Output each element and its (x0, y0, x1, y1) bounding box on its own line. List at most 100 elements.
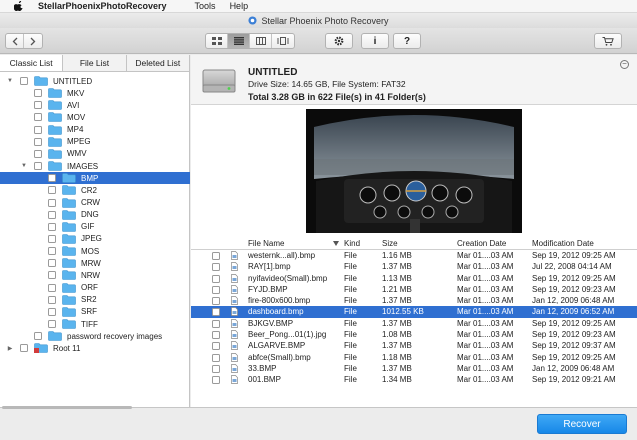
file-row[interactable]: ALGARVE.BMP File 1.37 MB Mar 01....03 AM Sep… (191, 340, 637, 351)
sort-descending-icon[interactable] (333, 241, 339, 246)
file-checkbox[interactable] (212, 342, 220, 351)
tree-item-srf[interactable]: SRF (0, 306, 190, 318)
tree-checkbox[interactable] (20, 77, 28, 85)
disclosure-expanded-icon[interactable]: ▼ (6, 78, 14, 84)
recover-button[interactable]: Recover (537, 414, 627, 434)
tree-item-jpeg[interactable]: JPEG (0, 233, 190, 245)
tree-checkbox[interactable] (34, 101, 42, 110)
apple-icon[interactable] (14, 1, 24, 11)
file-row[interactable]: FYJD.BMP File 1.21 MB Mar 01....03 AM Sep 19… (191, 284, 637, 295)
forward-button[interactable] (24, 34, 42, 48)
tree-checkbox[interactable] (48, 283, 56, 292)
tree-horizontal-scrollbar[interactable] (0, 406, 190, 409)
file-checkbox[interactable] (212, 252, 220, 260)
settings-button[interactable] (325, 33, 353, 49)
tree-item-avi[interactable]: AVI (0, 99, 190, 111)
tree-item-crw[interactable]: CRW (0, 197, 190, 209)
file-checkbox[interactable] (212, 353, 220, 362)
file-checkbox[interactable] (212, 319, 220, 328)
tree-item-tiff[interactable]: TIFF (0, 318, 190, 330)
tree-item-password-recovery-images[interactable]: password recovery images (0, 330, 190, 342)
tree-checkbox[interactable] (48, 186, 56, 195)
tree-checkbox[interactable] (48, 307, 56, 316)
tree-item-untitled[interactable]: ▼ UNTITLED (0, 75, 190, 87)
tree-checkbox[interactable] (48, 247, 56, 256)
tree-item-nrw[interactable]: NRW (0, 269, 190, 281)
tree-checkbox[interactable] (34, 113, 42, 122)
tree-checkbox[interactable] (48, 320, 56, 328)
column-modification-date[interactable]: Modification Date (532, 239, 594, 248)
file-row[interactable]: 33.BMP File 1.37 MB Mar 01....03 AM Jan 12, … (191, 363, 637, 374)
tree-checkbox[interactable] (34, 332, 42, 341)
tree-item-orf[interactable]: ORF (0, 282, 190, 294)
file-checkbox[interactable] (212, 308, 220, 317)
file-checkbox[interactable] (212, 331, 220, 340)
tree-checkbox[interactable] (34, 149, 42, 158)
tree-item-mos[interactable]: MOS (0, 245, 190, 257)
tree-item-root-11[interactable]: ▶ Root 11 (0, 342, 190, 354)
tree-item-mpeg[interactable]: MPEG (0, 136, 190, 148)
file-row[interactable]: dashboard.bmp File 1012.55 KB Mar 01....03 … (191, 306, 637, 318)
tree-checkbox[interactable] (48, 174, 56, 183)
tree-checkbox[interactable] (48, 234, 56, 243)
tree-item-mkv[interactable]: MKV (0, 87, 190, 99)
tree-checkbox[interactable] (48, 295, 56, 304)
tree-item-dng[interactable]: DNG (0, 209, 190, 221)
column-size[interactable]: Size (382, 239, 398, 248)
file-checkbox[interactable] (212, 285, 220, 294)
file-checkbox[interactable] (212, 274, 220, 283)
tree-checkbox[interactable] (34, 89, 42, 98)
tree-item-images[interactable]: ▼ IMAGES (0, 160, 190, 172)
tab-classic-list[interactable]: Classic List (0, 55, 64, 71)
buy-button[interactable] (594, 33, 622, 49)
tree-item-mrw[interactable]: MRW (0, 257, 190, 269)
file-row[interactable]: nyifavideo(Small).bmp File 1.13 MB Mar 01..… (191, 273, 637, 284)
file-row[interactable]: 001.BMP File 1.34 MB Mar 01....03 AM Sep 19,… (191, 374, 637, 385)
file-row[interactable]: fire-800x600.bmp File 1.37 MB Mar 01....03 … (191, 295, 637, 306)
tree-checkbox[interactable] (34, 125, 42, 134)
help-button[interactable]: ? (393, 33, 421, 49)
icon-view-button[interactable] (206, 34, 228, 48)
tree-item-wmv[interactable]: WMV (0, 148, 190, 160)
file-row[interactable]: RAY[1].bmp File 1.37 MB Mar 01....03 AM Jul … (191, 261, 637, 272)
disclosure-collapsed-icon[interactable]: ▶ (6, 345, 14, 352)
column-creation-date[interactable]: Creation Date (457, 239, 506, 248)
tree-item-gif[interactable]: GIF (0, 221, 190, 233)
tree-item-sr2[interactable]: SR2 (0, 294, 190, 306)
tree-checkbox[interactable] (48, 271, 56, 280)
back-button[interactable] (6, 34, 24, 48)
tree-checkbox[interactable] (48, 198, 56, 207)
file-checkbox[interactable] (212, 376, 220, 385)
file-row[interactable]: Beer_Pong...01(1).jpg File 1.08 MB Mar 01..… (191, 329, 637, 340)
tab-deleted-list[interactable]: Deleted List (127, 55, 189, 71)
menu-tools[interactable]: Tools (195, 1, 216, 11)
tab-file-list[interactable]: File List (63, 55, 127, 71)
list-view-button[interactable] (228, 34, 250, 48)
column-file-name[interactable]: File Name (248, 239, 284, 248)
tree-checkbox[interactable] (48, 259, 56, 268)
info-button[interactable]: i (361, 33, 389, 49)
column-view-button[interactable] (250, 34, 272, 48)
folder-icon (48, 149, 62, 159)
tree-item-mp4[interactable]: MP4 (0, 124, 190, 136)
file-checkbox[interactable] (212, 297, 220, 306)
column-kind[interactable]: Kind (344, 239, 360, 248)
tree-checkbox[interactable] (48, 210, 56, 219)
disclosure-expanded-icon[interactable]: ▼ (20, 163, 28, 169)
menu-help[interactable]: Help (230, 1, 249, 11)
tree-checkbox[interactable] (48, 222, 56, 231)
file-checkbox[interactable] (212, 364, 220, 373)
collapse-header-button[interactable]: − (620, 60, 629, 69)
tree-item-cr2[interactable]: CR2 (0, 184, 190, 196)
coverflow-view-button[interactable] (272, 34, 294, 48)
file-row[interactable]: abfce(Small).bmp File 1.18 MB Mar 01....03 … (191, 352, 637, 363)
app-name-menu[interactable]: StellarPhoenixPhotoRecovery (38, 1, 167, 11)
file-row[interactable]: westernk...all).bmp File 1.16 MB Mar 01....… (191, 250, 637, 261)
tree-item-bmp[interactable]: BMP (0, 172, 190, 185)
tree-item-mov[interactable]: MOV (0, 111, 190, 123)
tree-checkbox[interactable] (34, 162, 42, 171)
file-row[interactable]: BJKGV.BMP File 1.37 MB Mar 01....03 AM Sep 1… (191, 318, 637, 329)
file-checkbox[interactable] (212, 263, 220, 272)
tree-checkbox[interactable] (34, 137, 42, 146)
tree-checkbox[interactable] (20, 344, 28, 353)
